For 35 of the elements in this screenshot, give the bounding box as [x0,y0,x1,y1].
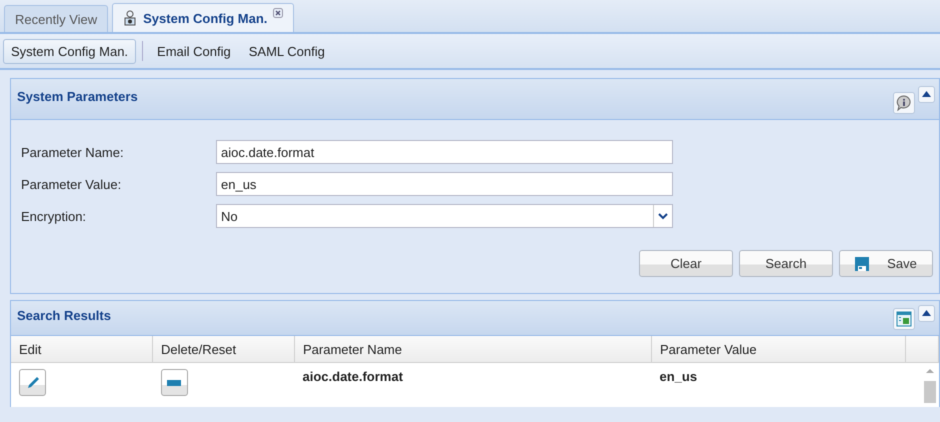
save-button[interactable]: Save [839,250,933,277]
action-button[interactable]: Search [739,250,833,277]
panel-title: Search Results [17,308,112,322]
field-label: Parameter Name: [21,144,125,160]
column-header: Edit [11,336,152,362]
action-button[interactable]: Clear [639,250,733,277]
field-label: Encryption: [21,208,88,224]
triangle-up-icon [922,91,931,97]
person-icon [123,10,138,26]
panel-title: System Parameters [17,88,139,104]
triangle-up-icon [922,310,931,316]
nav-button[interactable]: Email Config [149,38,239,64]
table-cell: en_us [652,362,906,407]
edit-button[interactable] [19,369,46,396]
input-field[interactable]: aioc.date.format [216,140,673,164]
nav-button[interactable]: SAML Config [240,38,333,64]
input-field[interactable]: en_us [216,172,673,196]
tab[interactable]: Recently View [4,5,108,32]
field-label: Parameter Value: [21,176,122,192]
nav-button[interactable]: System Config Man. [3,38,136,64]
column-header: Parameter Value [652,336,906,362]
column-header: Parameter Name [294,336,652,362]
delete-button[interactable] [160,369,188,396]
collapse-button[interactable] [918,304,935,322]
select-field[interactable]: No [216,204,673,228]
tab[interactable]: System Config Man. [112,3,294,32]
floppy-icon [855,256,870,270]
info-button[interactable] [893,92,915,114]
collapse-button[interactable] [918,86,935,102]
export-button[interactable] [893,308,915,330]
minus-icon [167,380,181,386]
table-cell: aioc.date.format [294,362,652,407]
close-icon[interactable] [273,6,284,16]
pencil-icon [26,376,40,390]
column-header: Delete/Reset [152,336,294,362]
